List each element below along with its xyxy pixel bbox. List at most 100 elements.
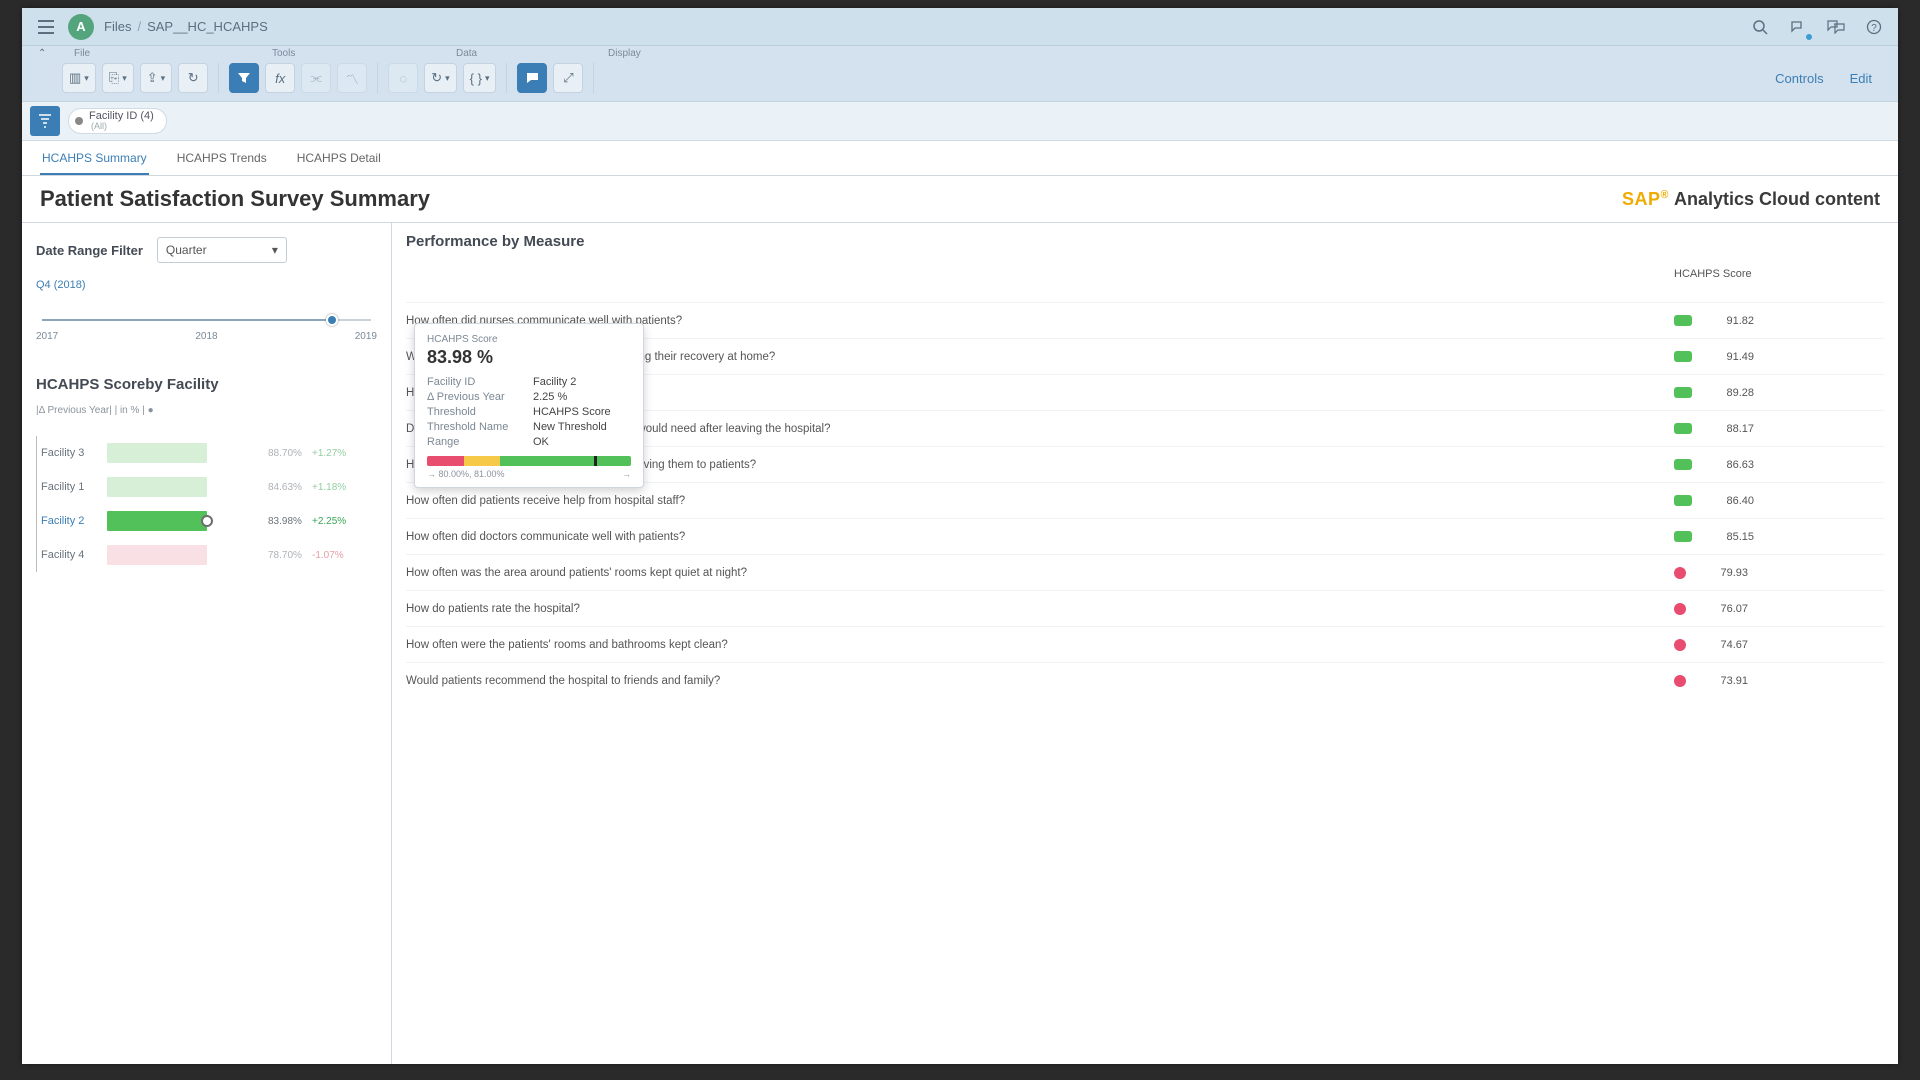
menu-icon[interactable] (34, 15, 58, 39)
score-column-header: HCAHPS Score (1674, 264, 1884, 284)
performance-question: How do patients rate the hospital? (406, 603, 1674, 615)
facility-bar (107, 545, 262, 565)
date-slider[interactable]: 2017 2018 2019 (36, 319, 377, 342)
date-range-label: Date Range Filter (36, 243, 143, 258)
collaborate-icon[interactable] (1786, 15, 1810, 39)
svg-text:?: ? (1871, 23, 1877, 34)
tab-hcahps-trends[interactable]: HCAHPS Trends (175, 141, 269, 175)
reload-button[interactable]: ↻▾ (424, 63, 456, 93)
facility-score: 83.98% (268, 516, 306, 527)
facility-delta: +2.25% (312, 516, 346, 527)
toolbar-group-tools: fx ⫘ 〽 (229, 63, 378, 93)
performance-score: 73.91 (1698, 675, 1748, 687)
breadcrumb: Files / SAP__HC_HCAHPS (104, 19, 268, 34)
datapoint-tooltip: HCAHPS Score 83.98 % Facility IDFacility… (414, 323, 644, 488)
left-panel: Date Range Filter Quarter ▾ Q4 (2018) 20… (22, 223, 392, 1064)
filter-chip-facility[interactable]: Facility ID (4) (All) (68, 108, 167, 134)
variables-button[interactable]: { }▾ (463, 63, 497, 93)
save-button[interactable]: ▥▾ (62, 63, 96, 93)
page-header: Patient Satisfaction Survey Summary SAP®… (22, 176, 1898, 223)
facility-label: Facility 3 (41, 447, 101, 459)
page-title: Patient Satisfaction Survey Summary (40, 186, 430, 212)
status-bad-icon (1674, 639, 1686, 651)
performance-row[interactable]: Would patients recommend the hospital to… (406, 662, 1884, 698)
group-label-file: File (74, 48, 250, 59)
chevron-down-icon: ▾ (272, 243, 278, 257)
facility-bar-row[interactable]: Facility 478.70%-1.07% (41, 538, 377, 572)
status-ok-icon (1674, 459, 1692, 470)
status-ok-icon (1674, 531, 1692, 542)
facility-score: 88.70% (268, 448, 306, 459)
brand-suffix: Analytics Cloud content (1674, 189, 1880, 209)
facility-bar-row[interactable]: Facility 3 88.70% +1.27% (41, 436, 377, 470)
tooltip-value-cell: Facility 2 (533, 376, 631, 388)
search-icon[interactable] (1748, 15, 1772, 39)
group-label-data: Data (456, 48, 586, 59)
performance-score: 79.93 (1698, 567, 1748, 579)
data-view-button[interactable]: ◌ (388, 63, 418, 93)
performance-row[interactable]: How do patients rate the hospital? 76.07 (406, 590, 1884, 626)
refresh-button[interactable]: ↻ (178, 63, 208, 93)
performance-score: 91.82 (1704, 315, 1754, 327)
help-icon[interactable]: ? (1862, 15, 1886, 39)
performance-question: How often did doctors communicate well w… (406, 531, 1674, 543)
date-range-value: Quarter (166, 243, 207, 257)
performance-score: 86.63 (1704, 459, 1754, 471)
tooltip-key: Facility ID (427, 376, 525, 388)
facility-bar-row[interactable]: Facility 184.63%+1.18% (41, 470, 377, 504)
comments-button[interactable] (517, 63, 547, 93)
status-bad-icon (1674, 567, 1686, 579)
slider-tick: 2018 (195, 331, 217, 342)
facility-score: 84.63% (268, 482, 306, 493)
formula-button[interactable]: fx (265, 63, 295, 93)
shellbar: A Files / SAP__HC_HCAHPS ? (22, 8, 1898, 46)
performance-score: 91.49 (1704, 351, 1754, 363)
performance-row[interactable]: How often was the area around patients' … (406, 554, 1884, 590)
date-range-select[interactable]: Quarter ▾ (157, 237, 287, 263)
slider-handle[interactable] (326, 314, 338, 326)
facility-bar-marker (201, 515, 213, 527)
tooltip-range-low: → 80.00%, 81.00% (427, 469, 505, 479)
fullscreen-button[interactable]: ⤢ (553, 63, 583, 93)
facility-label: Facility 2 (41, 515, 101, 527)
tab-hcahps-summary[interactable]: HCAHPS Summary (40, 141, 149, 175)
tooltip-range-high: → (622, 469, 631, 479)
facility-chart-title: HCAHPS Scoreby Facility (36, 376, 377, 393)
export-button[interactable]: ⎘▾ (102, 63, 134, 93)
performance-score: 88.17 (1704, 423, 1754, 435)
discuss-icon[interactable] (1824, 15, 1848, 39)
facility-bar (107, 443, 262, 463)
edit-button[interactable]: Edit (1840, 65, 1882, 92)
collapse-toolbar-icon[interactable]: ⌃ (38, 48, 52, 59)
tooltip-scale-marker (594, 456, 597, 466)
avatar[interactable]: A (68, 14, 94, 40)
trend-button[interactable]: 〽 (337, 63, 367, 93)
tab-hcahps-detail[interactable]: HCAHPS Detail (295, 141, 383, 175)
share-button[interactable]: ⇪▾ (140, 63, 172, 93)
breadcrumb-root[interactable]: Files (104, 19, 131, 34)
link-button[interactable]: ⫘ (301, 63, 331, 93)
facility-label: Facility 1 (41, 481, 101, 493)
facility-delta: +1.27% (312, 448, 346, 459)
date-range-crumb[interactable]: Q4 (2018) (36, 279, 377, 291)
filter-button[interactable] (229, 63, 259, 93)
app-frame: A Files / SAP__HC_HCAHPS ? ⌃ File (22, 8, 1898, 1064)
breadcrumb-sep: / (137, 19, 141, 34)
performance-row[interactable]: How often were the patients' rooms and b… (406, 626, 1884, 662)
performance-score: 86.40 (1704, 495, 1754, 507)
sap-logo: SAP® (1622, 189, 1669, 209)
breadcrumb-current: SAP__HC_HCAHPS (147, 19, 268, 34)
tooltip-scale-segment (427, 456, 464, 466)
tab-bar: HCAHPS Summary HCAHPS Trends HCAHPS Detail (22, 141, 1898, 176)
performance-row[interactable]: How often did doctors communicate well w… (406, 518, 1884, 554)
controls-button[interactable]: Controls (1765, 65, 1833, 92)
performance-title: Performance by Measure (406, 233, 1884, 250)
filter-bar-toggle[interactable] (30, 106, 60, 136)
toolbar: ⌃ File Tools Data Display ▥▾ ⎘▾ ⇪▾ ↻ fx … (22, 46, 1898, 102)
status-bad-icon (1674, 603, 1686, 615)
facility-bar-row[interactable]: Facility 2 83.98% +2.25% (41, 504, 377, 538)
performance-question: How often was the area around patients' … (406, 567, 1674, 579)
performance-score: 76.07 (1698, 603, 1748, 615)
group-label-tools: Tools (272, 48, 434, 59)
tooltip-key: Threshold (427, 406, 525, 418)
